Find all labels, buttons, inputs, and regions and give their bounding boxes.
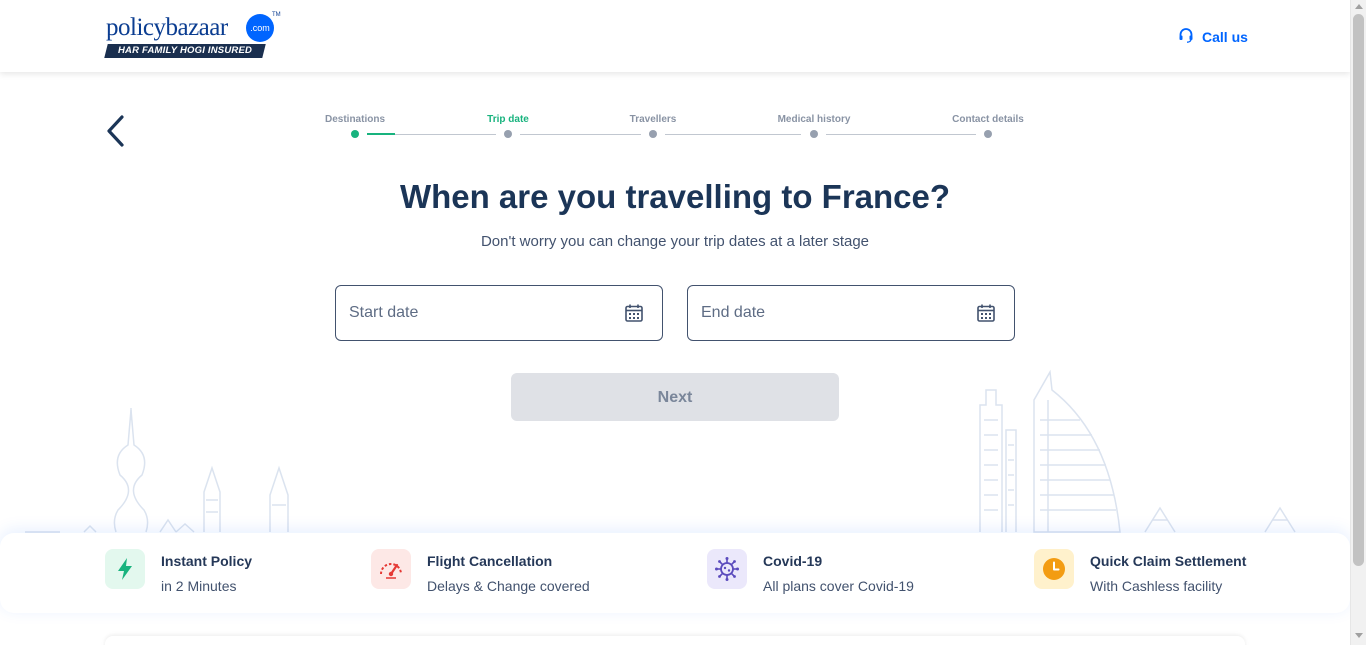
feature-title: Quick Claim Settlement [1090, 553, 1247, 569]
next-section-card [105, 636, 1245, 645]
feature-title: Instant Policy [161, 553, 253, 569]
features-strip: Instant Policy in 2 Minutes Flight Cance… [0, 533, 1350, 613]
feature-title: Flight Cancellation [427, 553, 553, 569]
step-label-travellers: Travellers [629, 114, 677, 125]
step-connector-progress [367, 133, 395, 135]
feature-instant-policy: Instant Policy in 2 Minutes [105, 549, 253, 594]
scroll-up-arrow-icon[interactable] [1355, 4, 1363, 9]
header: policybazaar .com TM HAR FAMILY HOGI INS… [0, 0, 1350, 72]
feature-subtitle: Delays & Change covered [427, 578, 590, 594]
page-subtitle: Don't worry you can change your trip dat… [480, 233, 870, 250]
step-label-contact-details: Contact details [952, 114, 1024, 125]
step-label-destinations[interactable]: Destinations [325, 114, 385, 125]
call-us-label: Call us [1202, 29, 1248, 45]
page-title: When are you travelling to France? [399, 178, 951, 215]
feature-subtitle: in 2 Minutes [161, 578, 237, 594]
step-dot-contact-details [984, 130, 992, 138]
step-label-trip-date: Trip date [487, 114, 529, 125]
logo-tagline-banner: HAR FAMILY HOGI INSURED [104, 44, 266, 58]
feature-title: Covid-19 [763, 553, 823, 569]
feature-flight-cancellation: Flight Cancellation Delays & Change cove… [371, 549, 590, 594]
page-scrollbar[interactable] [1350, 0, 1366, 645]
step-dot-travellers [649, 130, 657, 138]
logo-tagline: HAR FAMILY HOGI INSURED [117, 45, 253, 56]
flight-gauge-icon [371, 549, 411, 589]
feature-subtitle: With Cashless facility [1090, 578, 1223, 594]
call-us-button[interactable]: Call us [1178, 27, 1248, 47]
logo-wordmark: policybazaar [106, 14, 228, 41]
logo-trademark: TM [272, 12, 281, 18]
headset-icon [1178, 27, 1194, 48]
policybazaar-logo[interactable]: policybazaar .com TM HAR FAMILY HOGI INS… [104, 12, 281, 60]
start-date-placeholder: Start date [349, 304, 419, 321]
next-button[interactable]: Next [511, 373, 839, 421]
clock-icon [1034, 549, 1074, 589]
logo-com-badge: .com [246, 14, 274, 42]
step-connector [826, 134, 976, 135]
feature-quick-claim-settlement: Quick Claim Settlement With Cashless fac… [1034, 549, 1247, 594]
step-dot-trip-date [504, 130, 512, 138]
lightning-icon [105, 549, 145, 589]
end-date-placeholder: End date [701, 304, 766, 321]
step-dot-medical-history [810, 130, 818, 138]
step-connector [665, 134, 801, 135]
feature-subtitle: All plans cover Covid-19 [763, 578, 914, 594]
start-date-field[interactable]: Start date [335, 285, 663, 341]
scroll-thumb[interactable] [1353, 14, 1364, 566]
step-dot-destinations[interactable] [351, 130, 359, 138]
feature-covid-19: Covid-19 All plans cover Covid-19 [707, 549, 914, 594]
scroll-down-arrow-icon[interactable] [1355, 633, 1363, 638]
calendar-icon [624, 303, 644, 328]
calendar-icon [976, 303, 996, 328]
end-date-field[interactable]: End date [687, 285, 1015, 341]
step-connector [520, 134, 641, 135]
step-label-medical-history: Medical history [777, 114, 851, 125]
virus-icon [707, 549, 747, 589]
